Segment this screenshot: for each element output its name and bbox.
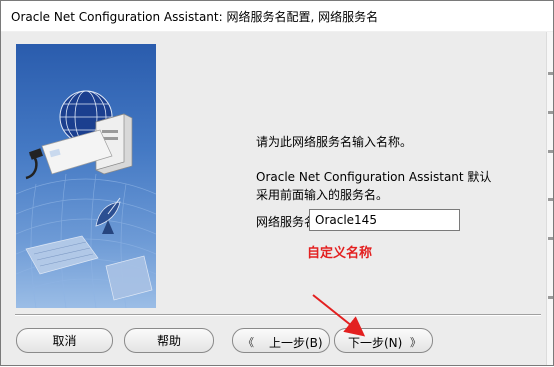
window-title: Oracle Net Configuration Assistant: 网络服务… [11, 10, 379, 24]
info-text-line-2: 采用前面输入的服务名。 [256, 188, 389, 202]
help-button-label: 帮助 [156, 334, 181, 348]
next-button-label: 下一步(N) [348, 336, 403, 350]
window-edge-strip [546, 32, 553, 365]
dialog-window: Oracle Net Configuration Assistant: 网络服务… [0, 0, 554, 366]
back-button-label: 上一步(B) [269, 336, 323, 350]
back-arrow-icon: 《 [243, 336, 254, 349]
wizard-side-image [16, 44, 156, 308]
next-button[interactable]: 下一步(N) 》 [334, 328, 433, 353]
network-illustration [16, 90, 156, 308]
info-text-line-1: Oracle Net Configuration Assistant 默认 [256, 170, 492, 184]
title-bar: Oracle Net Configuration Assistant: 网络服务… [1, 1, 553, 31]
help-button[interactable]: 帮助 [124, 328, 214, 353]
cancel-button[interactable]: 取消 [16, 328, 113, 353]
satellite-dish-icon [95, 197, 121, 234]
back-button[interactable]: 《 上一步(B) [232, 328, 330, 353]
cancel-button-label: 取消 [52, 334, 77, 348]
service-name-input[interactable]: Oracle145 [309, 209, 460, 231]
next-arrow-icon: 》 [410, 336, 421, 349]
button-separator [15, 314, 541, 316]
custom-name-annotation: 自定义名称 [307, 246, 373, 261]
prompt-text: 请为此网络服务名输入名称。 [256, 135, 413, 149]
